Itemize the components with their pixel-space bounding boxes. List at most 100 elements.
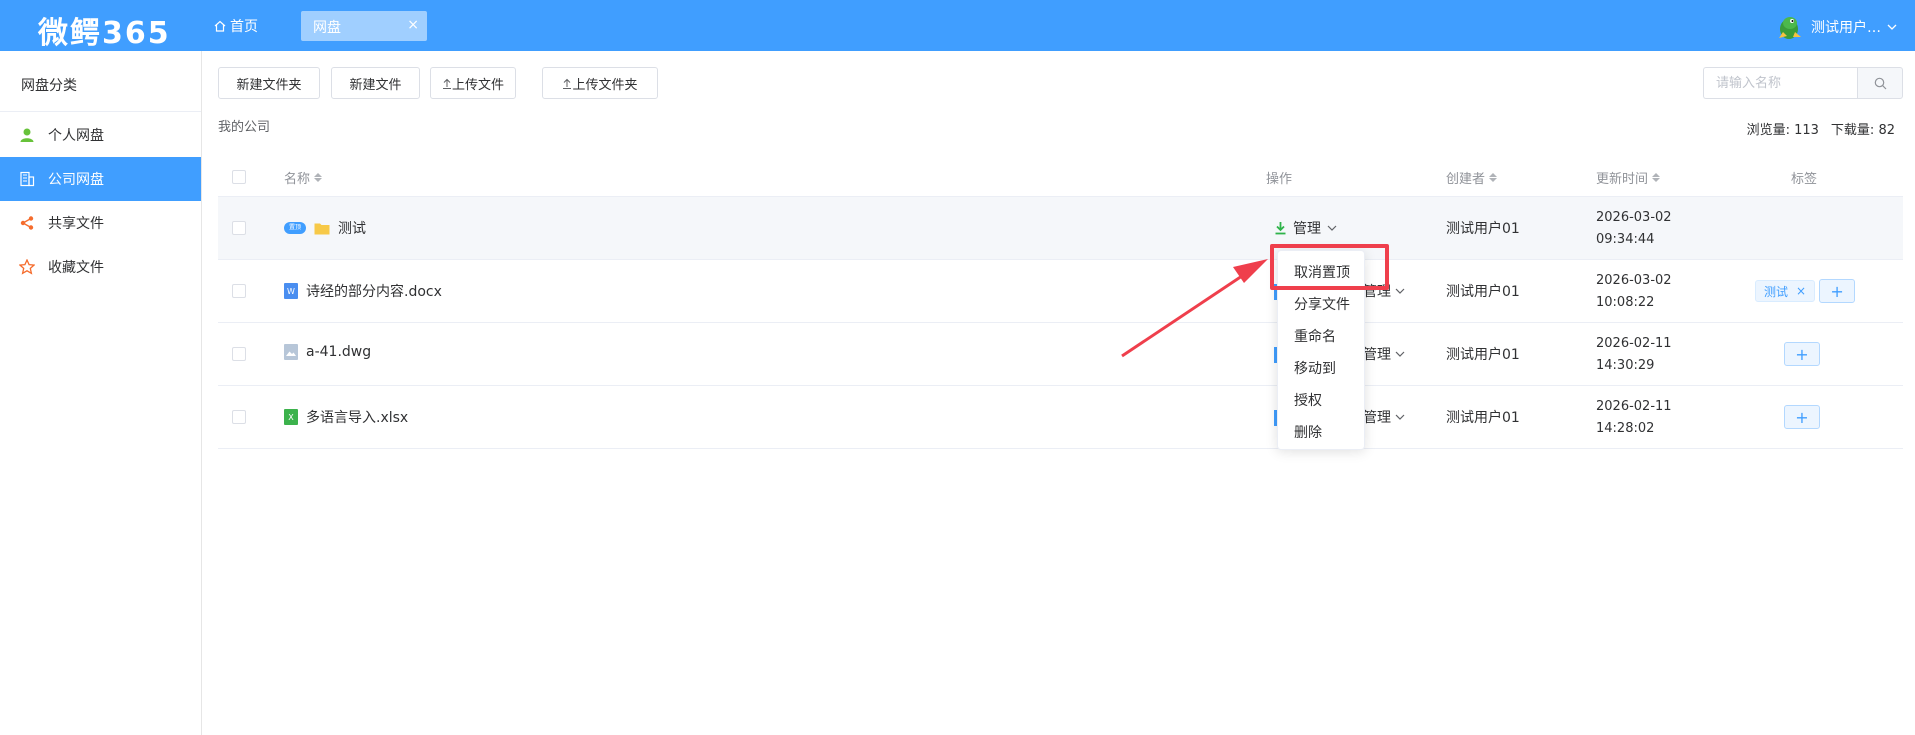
column-updated-header[interactable]: 更新时间 [1596,168,1661,187]
file-name[interactable]: 多语言导入.xlsx [306,407,408,427]
row-checkbox[interactable] [232,221,246,235]
updated-date: 2026-03-02 [1596,210,1672,225]
add-tag-button[interactable]: + [1819,279,1856,303]
row-checkbox[interactable] [232,410,246,424]
table-row[interactable]: 置顶 测试 管理 测试用户01 2026-03-02 09:34:44 [218,197,1903,260]
sidebar-item-label: 公司网盘 [48,172,104,188]
download-icon[interactable] [1274,221,1287,235]
sidebar-item-company[interactable]: 公司网盘 [0,157,201,201]
column-tags-header: 标签 [1791,168,1817,187]
sidebar-item-favorites[interactable]: 收藏文件 [0,245,201,289]
sidebar-item-shared[interactable]: 共享文件 [0,201,201,245]
file-name[interactable]: 测试 [338,218,366,238]
sidebar-title: 网盘分类 [21,78,77,94]
tags-cell: 测试 × + [1755,279,1856,303]
manage-label: 管理 [1363,410,1391,426]
chevron-down-icon [1395,288,1405,294]
column-name-header[interactable]: 名称 [284,168,323,187]
manage-label: 管理 [1363,347,1391,363]
new-folder-button[interactable]: 新建文件夹 [218,67,320,99]
upload-folder-button[interactable]: 上传文件夹 [542,67,658,99]
excel-file-icon: X [284,409,298,425]
views-label: 浏览量: [1746,123,1790,138]
table-row[interactable]: W 诗经的部分内容.docx 管理 测试用户01 2026-03-02 10:0… [218,260,1903,323]
breadcrumb[interactable]: 我的公司 [218,116,270,135]
downloads-value: 82 [1878,123,1895,138]
menu-item-move[interactable]: 移动到 [1294,358,1336,378]
folder-icon [314,223,330,234]
add-tag-button[interactable]: + [1784,342,1820,366]
add-tag-button[interactable]: + [1784,405,1820,429]
menu-item-share[interactable]: 分享文件 [1294,294,1350,314]
user-name: 测试用户… [1811,20,1881,36]
row-checkbox[interactable] [232,284,246,298]
menu-item-delete[interactable]: 删除 [1294,422,1322,442]
new-file-button[interactable]: 新建文件 [331,67,420,99]
upload-file-button[interactable]: 上传文件 [430,67,516,99]
table-header: 名称 操作 创建者 更新时间 标签 [218,155,1903,197]
column-operation-label: 操作 [1266,172,1293,187]
top-header: 微鳄365 首页 网盘 × 测试用户… [0,0,1915,51]
sidebar-item-label: 收藏文件 [48,260,104,276]
upload-icon [563,78,572,89]
select-all-checkbox[interactable] [232,170,246,184]
close-icon[interactable]: × [1796,284,1806,298]
updated-clock: 14:28:02 [1596,421,1655,436]
updated-date: 2026-03-02 [1596,273,1672,288]
column-name-label: 名称 [284,172,311,187]
manage-dropdown[interactable]: 管理 [1363,407,1405,427]
table-row[interactable]: a-41.dwg 管理 测试用户01 2026-02-11 14:30:29 + [218,323,1903,386]
menu-item-authorize[interactable]: 授权 [1294,390,1322,410]
upload-file-label: 上传文件 [451,77,504,93]
pinned-badge: 置顶 [284,222,306,234]
sort-icon[interactable] [1489,173,1498,182]
upload-folder-label: 上传文件夹 [572,77,638,93]
tab-netdisk[interactable]: 网盘 × [301,11,427,41]
chevron-down-icon [1395,351,1405,357]
tab-home-label: 首页 [230,19,258,35]
app-logo[interactable]: 微鳄365 [38,8,171,52]
sort-icon[interactable] [1652,173,1661,182]
search-input[interactable] [1703,67,1857,99]
file-name-cell[interactable]: X 多语言导入.xlsx [284,407,408,427]
downloads-stat: 下载量: 82 [1831,119,1895,138]
file-name[interactable]: a-41.dwg [306,344,371,360]
word-file-icon: W [284,283,298,299]
file-table: 名称 操作 创建者 更新时间 标签 置顶 测试 管理 测试用户01 2026-0… [218,155,1903,449]
tab-netdisk-label: 网盘 [313,20,341,36]
manage-dropdown[interactable]: 管理 [1363,344,1405,364]
column-updated-label: 更新时间 [1596,172,1649,187]
tags-cell: + [1784,342,1820,366]
updated-clock: 09:34:44 [1596,232,1655,247]
updated-clock: 14:30:29 [1596,358,1655,373]
upload-icon [442,78,451,89]
file-name-cell[interactable]: W 诗经的部分内容.docx [284,281,442,301]
tag[interactable]: 测试 × [1755,280,1816,302]
tab-home[interactable]: 首页 [214,16,258,36]
operation-cell: 管理 [1274,218,1337,238]
user-menu[interactable]: 测试用户… [1775,12,1897,42]
row-checkbox[interactable] [232,347,246,361]
creator-cell: 测试用户01 [1446,410,1520,426]
creator-cell: 测试用户01 [1446,347,1520,363]
column-creator-header[interactable]: 创建者 [1446,168,1498,187]
creator-cell: 测试用户01 [1446,221,1520,237]
sidebar-item-personal[interactable]: 个人网盘 [0,113,201,157]
views-value: 113 [1794,123,1819,138]
file-name[interactable]: 诗经的部分内容.docx [306,281,442,301]
updated-clock: 10:08:22 [1596,295,1655,310]
sidebar: 网盘分类 个人网盘 公司网盘 共享文件 收藏文件 [0,51,202,735]
search-button[interactable] [1857,67,1903,99]
annotation-highlight-box [1270,244,1389,290]
close-icon[interactable]: × [407,17,419,33]
creator-cell: 测试用户01 [1446,284,1520,300]
menu-item-rename[interactable]: 重命名 [1294,326,1336,346]
divider [0,111,201,112]
tag-label: 测试 [1764,284,1789,299]
file-name-cell[interactable]: a-41.dwg [284,344,371,360]
sort-icon[interactable] [314,173,323,182]
file-name-cell[interactable]: 置顶 测试 [284,218,366,238]
table-row[interactable]: X 多语言导入.xlsx 管理 测试用户01 2026-02-11 14:28:… [218,386,1903,449]
manage-dropdown[interactable]: 管理 [1293,218,1321,238]
updated-time-cell: 2026-03-02 09:34:44 [1596,207,1672,251]
